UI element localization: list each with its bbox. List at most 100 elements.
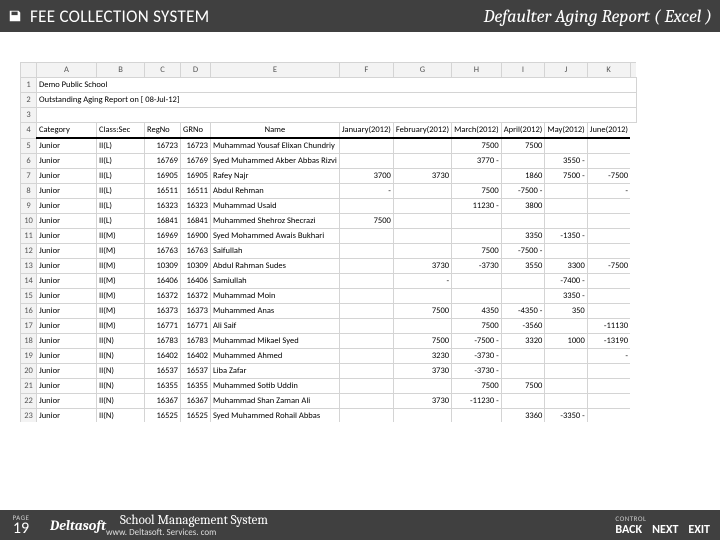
col-header: April(2012) — [501, 123, 545, 139]
row-number: 14 — [21, 274, 37, 289]
cell-month — [452, 274, 502, 289]
table-row: 23JuniorII(N)1652516525Syed Muhammed Roh… — [21, 409, 637, 423]
cell-month: 7500 — [339, 214, 393, 229]
table-row: 15JuniorII(M)1637216372Muhammad Moin3350… — [21, 289, 637, 304]
row-number: 11 — [21, 229, 37, 244]
exit-button[interactable]: EXIT — [688, 523, 710, 537]
cell-month — [587, 199, 630, 214]
cell-month — [339, 154, 393, 169]
cell-month — [339, 394, 393, 409]
cell-name: Muhammed Shehroz Shecrazi — [211, 214, 340, 229]
row-number: 17 — [21, 319, 37, 334]
row-number: 10 — [21, 214, 37, 229]
cell-month — [393, 244, 451, 259]
cell-reg: 10309 — [145, 259, 181, 274]
cell-reg: 16355 — [145, 379, 181, 394]
title-cell — [37, 108, 637, 123]
row-number: 12 — [21, 244, 37, 259]
cell-month — [339, 274, 393, 289]
cell-month: -7500 — [587, 259, 630, 274]
cell-reg: 16406 — [145, 274, 181, 289]
cell-month — [393, 199, 451, 214]
cell-month — [587, 244, 630, 259]
cell-month: 7500 — [393, 304, 451, 319]
cell-class: II(M) — [97, 289, 145, 304]
col-letter: A — [37, 63, 97, 78]
cell-class: II(L) — [97, 214, 145, 229]
cell-month: - — [587, 184, 630, 199]
cell-category: Junior — [37, 244, 97, 259]
cell-month: -7500 — [587, 169, 630, 184]
cell-month — [501, 289, 545, 304]
sms-block: School Management System www. Deltasoft.… — [106, 513, 268, 537]
back-button[interactable]: BACK — [615, 523, 642, 537]
cell-month — [452, 289, 502, 304]
row-number: 7 — [21, 169, 37, 184]
cell-reg: 16373 — [145, 304, 181, 319]
cell-gr: 16783 — [181, 334, 211, 349]
cell-reg: 16537 — [145, 364, 181, 379]
table-row: 21JuniorII(N)1635516355Muhammed Sotib Ud… — [21, 379, 637, 394]
cell-gr: 16905 — [181, 169, 211, 184]
cell-month — [587, 289, 630, 304]
cell-reg: 16402 — [145, 349, 181, 364]
cell-month: 350 — [545, 304, 587, 319]
cell-month: 1860 — [501, 169, 545, 184]
row-number: 6 — [21, 154, 37, 169]
row-number: 16 — [21, 304, 37, 319]
cell-category: Junior — [37, 184, 97, 199]
cell-class: II(L) — [97, 169, 145, 184]
col-letter: G — [393, 63, 451, 78]
cell-reg: 16323 — [145, 199, 181, 214]
cell-month: - — [339, 184, 393, 199]
cell-gr: 16763 — [181, 244, 211, 259]
cell-reg: 16763 — [145, 244, 181, 259]
cell-category: Junior — [37, 259, 97, 274]
table-row: 7JuniorII(L)1690516905Rafey Najr37003730… — [21, 169, 637, 184]
cell-category: Junior — [37, 409, 97, 423]
sms-title: School Management System — [120, 513, 268, 528]
cell-name: Syed Muhammed Rohail Abbas — [211, 409, 340, 423]
cell-reg: 16525 — [145, 409, 181, 423]
cell-reg: 16769 — [145, 154, 181, 169]
cell-gr: 16771 — [181, 319, 211, 334]
cell-month: -7500 - — [501, 184, 545, 199]
cell-month — [393, 184, 451, 199]
bottombar: PAGE 19 Deltasoft School Management Syst… — [0, 510, 720, 540]
cell-reg: 16511 — [145, 184, 181, 199]
cell-name: Muhammed Sotib Uddin — [211, 379, 340, 394]
cell-month: 4350 — [452, 304, 502, 319]
cell-name: Muhammed Ahmed — [211, 349, 340, 364]
cell-month — [339, 289, 393, 304]
cell-month — [339, 334, 393, 349]
cell-category: Junior — [37, 364, 97, 379]
cell-month: 11230 - — [452, 199, 502, 214]
cell-month — [339, 138, 393, 154]
excel-sheet: ABCDEFGHIJK1Demo Public School2Outstandi… — [20, 62, 680, 422]
cell-name: Ali Saif — [211, 319, 340, 334]
row-number: 23 — [21, 409, 37, 423]
cell-month — [501, 214, 545, 229]
row-number: 3 — [21, 108, 37, 123]
cell-month — [545, 184, 587, 199]
cell-category: Junior — [37, 349, 97, 364]
save-icon — [8, 9, 22, 23]
cell-month — [587, 409, 630, 423]
topbar: FEE COLLECTION SYSTEM Defaulter Aging Re… — [0, 0, 720, 32]
table-row: 20JuniorII(N)1653716537Liba Zafar3730-37… — [21, 364, 637, 379]
cell-month — [501, 364, 545, 379]
corner-cell — [21, 63, 37, 78]
cell-month — [339, 304, 393, 319]
next-button[interactable]: NEXT — [652, 523, 678, 537]
col-letter: I — [501, 63, 545, 78]
cell-name: Muhammad Shan Zaman Ali — [211, 394, 340, 409]
cell-month — [545, 379, 587, 394]
cell-class: II(N) — [97, 394, 145, 409]
cell-class: II(N) — [97, 349, 145, 364]
cell-name: Muhammad Usaid — [211, 199, 340, 214]
cell-month — [545, 199, 587, 214]
cell-month: 7500 — [452, 184, 502, 199]
cell-class: II(N) — [97, 409, 145, 423]
cell-gr: 16841 — [181, 214, 211, 229]
cell-gr: 16373 — [181, 304, 211, 319]
